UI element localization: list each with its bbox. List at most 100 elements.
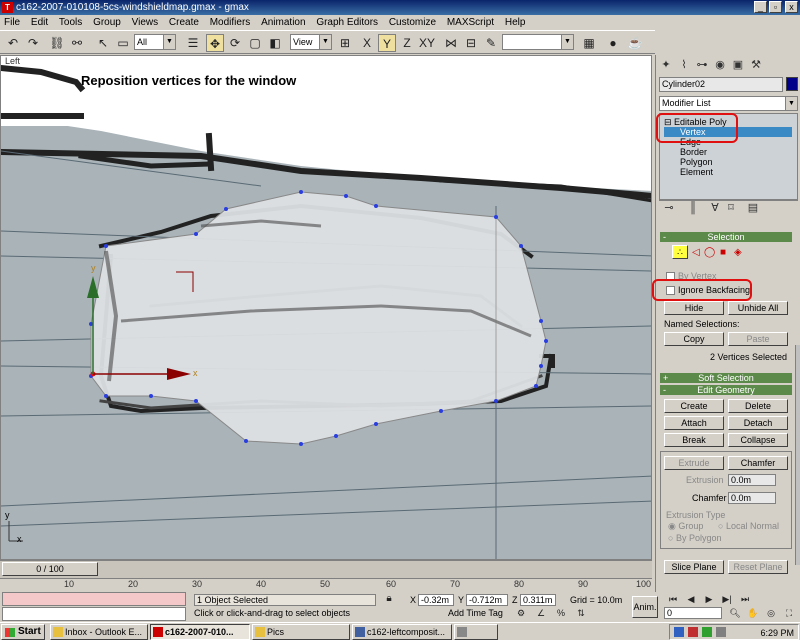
paste-button[interactable]: Paste	[728, 332, 788, 346]
viewport-label[interactable]: Left	[5, 56, 20, 66]
edge-mode-icon[interactable]: ◁	[692, 247, 700, 258]
taskbar-clock[interactable]: 6:29 PM	[760, 626, 794, 640]
tray-icon[interactable]	[702, 627, 712, 637]
prev-frame-icon[interactable]: ◀	[682, 590, 700, 608]
taskbar-item-pics[interactable]: Pics	[252, 624, 350, 640]
create-tab-icon[interactable]: ✦	[658, 57, 674, 73]
animate-button[interactable]: Anim.	[632, 596, 658, 618]
zoom-icon[interactable]: 🔍︎	[726, 604, 744, 622]
selection-filter-dropdown[interactable]: All ▼	[134, 34, 176, 50]
current-frame-field[interactable]: 0	[664, 607, 722, 619]
tray-icon[interactable]	[674, 627, 684, 637]
detach-button[interactable]: Detach	[728, 416, 788, 430]
taskbar-item-other[interactable]	[454, 624, 498, 640]
selection-rollout-header[interactable]: - Selection	[660, 232, 792, 242]
attach-button[interactable]: Attach	[664, 416, 724, 430]
maxscript-input[interactable]	[2, 607, 186, 621]
pan-icon[interactable]: ✋	[744, 604, 762, 622]
element-mode-icon[interactable]: ◈	[734, 247, 742, 258]
gmax-app-icon[interactable]: T	[2, 2, 13, 13]
create-button[interactable]: Create	[664, 399, 724, 413]
menu-customize[interactable]: Customize	[385, 15, 440, 30]
utilities-tab-icon[interactable]: ⚒	[748, 57, 764, 73]
chamfer-button[interactable]: Chamfer	[728, 456, 788, 470]
use-center-icon[interactable]: ⊞	[336, 34, 354, 52]
hide-button[interactable]: Hide	[664, 301, 724, 315]
display-tab-icon[interactable]: ▣	[730, 57, 746, 73]
spinner-snap-icon[interactable]: ⇅	[572, 604, 590, 622]
lock-selection-icon[interactable]: 🔒︎	[380, 590, 398, 608]
stack-item-border[interactable]: Border	[664, 147, 707, 157]
extrude-button[interactable]: Extrude	[664, 456, 724, 470]
x-coordinate-field[interactable]: -0.32m	[418, 594, 454, 606]
y-coordinate-field[interactable]: -0.712m	[466, 594, 508, 606]
left-viewport[interactable]: y x y x Left Reposition vertices for the…	[0, 55, 652, 560]
select-by-name-icon[interactable]: ☰	[184, 34, 202, 52]
unhide-all-button[interactable]: Unhide All	[728, 301, 788, 315]
object-name-field[interactable]: Cylinder02	[659, 77, 783, 92]
unlink-selection-icon[interactable]: ⚯	[68, 34, 86, 52]
border-mode-icon[interactable]: ◯	[704, 247, 715, 258]
time-slider[interactable]: 0 / 100	[0, 560, 652, 578]
modifier-list-dropdown[interactable]: Modifier List ▼	[659, 96, 798, 111]
configure-modifier-sets-icon[interactable]: ▤	[745, 200, 761, 216]
redo-icon[interactable]: ↷	[24, 34, 42, 52]
restrict-y-icon[interactable]: Y	[378, 34, 396, 52]
reference-coordinate-dropdown[interactable]: View ▼	[290, 34, 332, 50]
mirror-icon[interactable]: ⋈	[442, 34, 460, 52]
hierarchy-tab-icon[interactable]: ⊶	[694, 57, 710, 73]
close-button[interactable]: x	[785, 1, 798, 13]
command-panel-scrollbar[interactable]	[795, 345, 800, 565]
extrusion-field[interactable]: 0.0m	[728, 474, 776, 486]
polygon-mode-icon[interactable]: ■	[720, 247, 726, 258]
menu-create[interactable]: Create	[165, 15, 203, 30]
select-object-icon[interactable]: ↖	[94, 34, 112, 52]
undo-icon[interactable]: ↶	[4, 34, 22, 52]
material-editor-icon[interactable]: ▦	[580, 34, 598, 52]
edit-geometry-rollout-header[interactable]: - Edit Geometry	[660, 385, 792, 395]
maximize-button[interactable]: ▫	[769, 1, 782, 13]
align-icon[interactable]: ⊟	[462, 34, 480, 52]
restrict-z-icon[interactable]: Z	[398, 34, 416, 52]
taskbar-item-gmax[interactable]: c162-2007-010...	[150, 624, 250, 640]
menu-animation[interactable]: Animation	[257, 15, 309, 30]
quick-render-icon[interactable]: ☕	[626, 34, 644, 52]
soft-selection-rollout-header[interactable]: + Soft Selection	[660, 373, 792, 383]
restrict-xy-icon[interactable]: XY	[418, 34, 436, 52]
select-and-scale-icon[interactable]: ▢	[246, 34, 264, 52]
stack-item-element[interactable]: Element	[664, 167, 713, 177]
viewport-canvas[interactable]: y x y x	[1, 56, 652, 560]
remove-modifier-icon[interactable]: ⌑	[723, 200, 739, 216]
motion-tab-icon[interactable]: ◉	[712, 57, 728, 73]
taskbar-item-outlook[interactable]: Inbox - Outlook E...	[50, 624, 148, 640]
group-radio[interactable]: ◉ Group	[668, 521, 703, 532]
local-normal-radio[interactable]: ○ Local Normal	[718, 521, 779, 531]
named-selection-sets-dropdown[interactable]: ▼	[502, 34, 574, 50]
slice-plane-button[interactable]: Slice Plane	[664, 560, 724, 574]
collapse-button[interactable]: Collapse	[728, 433, 788, 447]
add-time-tag[interactable]: Add Time Tag	[448, 608, 503, 618]
play-icon[interactable]: ▶	[700, 590, 718, 608]
select-region-icon[interactable]: ▭	[114, 34, 132, 52]
chamfer-field[interactable]: 0.0m	[728, 492, 776, 504]
pin-stack-icon[interactable]: ⊸	[661, 200, 677, 216]
tray-icon[interactable]	[688, 627, 698, 637]
volume-icon[interactable]	[716, 627, 726, 637]
menu-edit[interactable]: Edit	[27, 15, 52, 30]
track-bar[interactable]: 10 20 30 40 50 60 70 80 90 100	[0, 578, 652, 592]
object-color-swatch[interactable]	[786, 77, 798, 91]
select-and-rotate-icon[interactable]: ⟳	[226, 34, 244, 52]
select-and-link-icon[interactable]: ⛓	[48, 34, 66, 52]
pivot-center-icon[interactable]: ◧	[266, 34, 284, 52]
percent-snap-icon[interactable]: %	[552, 604, 570, 622]
go-to-start-icon[interactable]: ⏮	[664, 590, 682, 608]
menu-help[interactable]: Help	[501, 15, 530, 30]
angle-snap-icon[interactable]: ∠	[532, 604, 550, 622]
restrict-x-icon[interactable]: X	[358, 34, 376, 52]
show-end-result-icon[interactable]: ║	[685, 200, 701, 216]
snap-toggle-icon[interactable]: ✎	[482, 34, 500, 52]
start-button[interactable]: Start	[1, 624, 45, 640]
maximize-viewport-icon[interactable]: ⛶	[780, 604, 798, 622]
minimize-button[interactable]: _	[754, 1, 767, 13]
menu-views[interactable]: Views	[128, 15, 163, 30]
